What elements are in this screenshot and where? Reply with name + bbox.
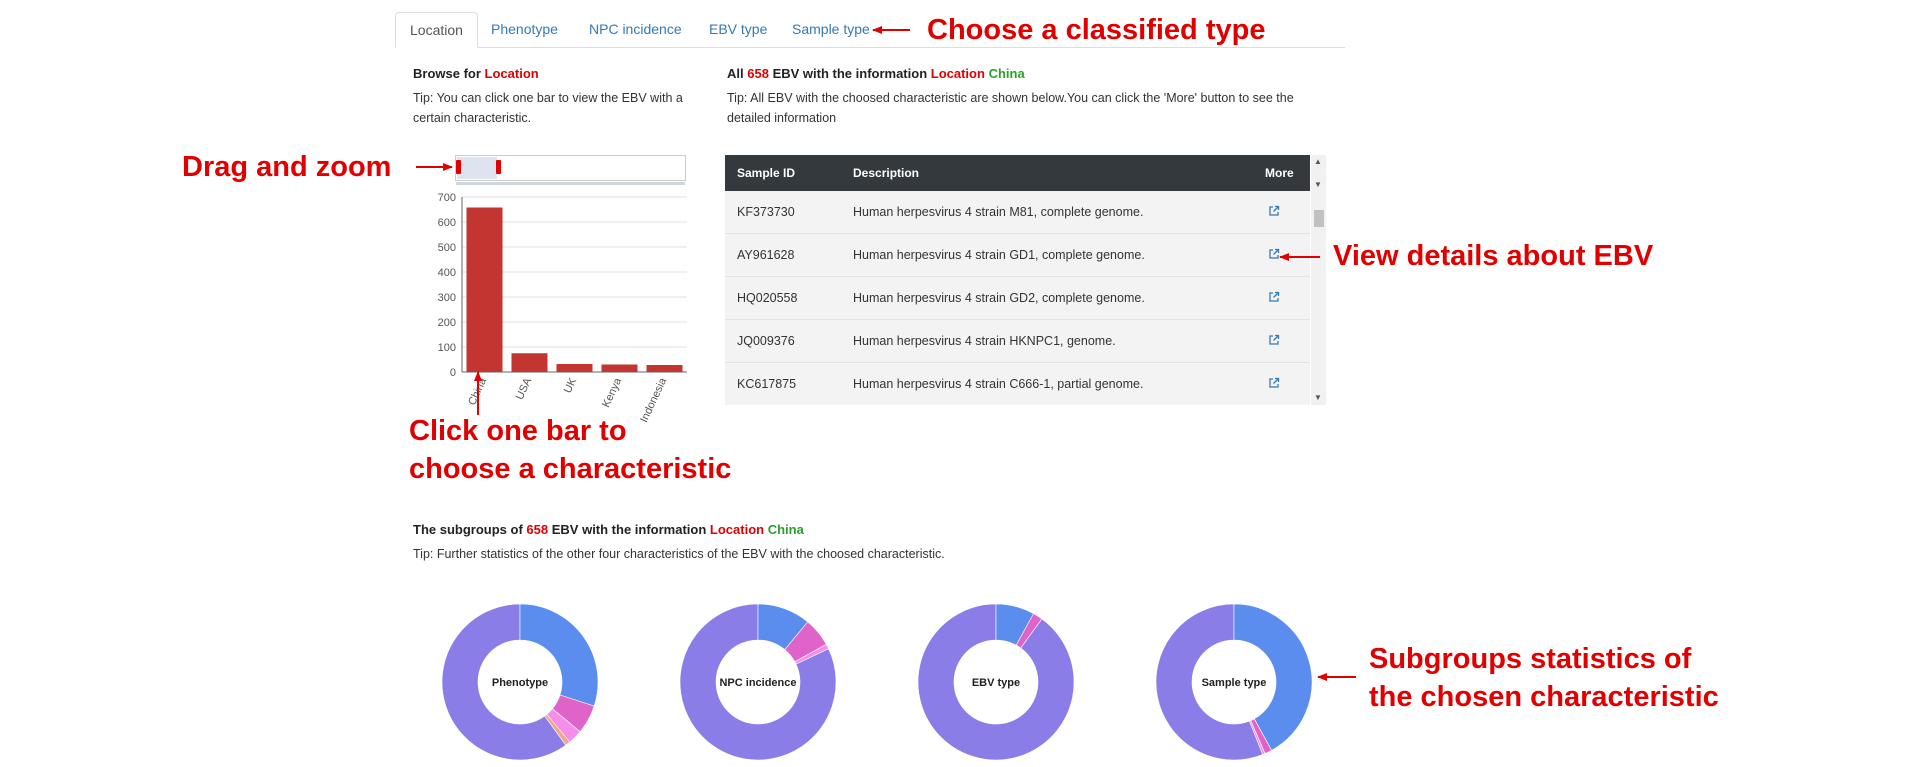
all-info-prefix: All (727, 66, 744, 81)
scroll-down-icon[interactable]: ▼ (1314, 393, 1322, 402)
bar-kenya[interactable] (601, 364, 638, 373)
subgroups-prefix: The subgroups of (413, 522, 523, 537)
external-link-icon[interactable] (1268, 334, 1280, 346)
donut-slice[interactable] (519, 603, 599, 707)
sample-id: KC617875 (737, 377, 797, 391)
subgroups-title: The subgroups of 658 EBV with the inform… (413, 522, 804, 537)
subgroups-tip: Tip: Further statistics of the other fou… (413, 547, 945, 561)
table-row: AY961628 Human herpesvirus 4 strain GD1,… (725, 234, 1310, 277)
tab-sample-type[interactable]: Sample type (778, 12, 884, 46)
y-tick-label: 500 (438, 242, 456, 254)
annotation-view-details: View details about EBV (1333, 240, 1654, 272)
browse-field: Location (484, 66, 539, 81)
bar-indonesia[interactable] (646, 365, 683, 372)
y-tick-label: 0 (450, 367, 456, 379)
table-row: HQ020558 Human herpesvirus 4 strain GD2,… (725, 277, 1310, 320)
table-row: KF373730 Human herpesvirus 4 strain M81,… (725, 191, 1310, 234)
all-info-title: All 658 EBV with the information Locatio… (727, 66, 1025, 81)
y-tick-label: 700 (438, 192, 456, 204)
description: Human herpesvirus 4 strain GD2, complete… (853, 291, 1145, 305)
browse-tip: Tip: You can click one bar to view the E… (413, 91, 683, 125)
sample-id: KF373730 (737, 205, 795, 219)
external-link-icon[interactable] (1268, 205, 1280, 217)
header-more: More (1265, 166, 1294, 180)
subgroups-field: Location (709, 522, 765, 537)
all-info-middle: EBV with the information (772, 66, 928, 81)
description: Human herpesvirus 4 strain HKNPC1, genom… (853, 334, 1116, 348)
browse-prefix: Browse for (413, 66, 481, 81)
scroll-up-step-icon[interactable]: ▼ (1314, 180, 1322, 189)
external-link-icon[interactable] (1268, 248, 1280, 260)
annotation-click-bar-2: choose a characteristic (409, 453, 732, 485)
x-tick-label: UK (562, 376, 580, 396)
x-tick-label: China (466, 375, 489, 407)
zoom-slider[interactable] (455, 155, 686, 185)
sample-id: HQ020558 (737, 291, 798, 305)
bar-uk[interactable] (556, 364, 593, 372)
annotation-subgroups-1: Subgroups statistics of (1369, 643, 1692, 675)
description: Human herpesvirus 4 strain C666-1, parti… (853, 377, 1144, 391)
x-tick-label: Kenya (600, 375, 624, 409)
donut-center-label: EBV type (972, 677, 1020, 689)
header-description: Description (853, 166, 920, 180)
donut-center-label: Phenotype (492, 677, 548, 689)
tab-location[interactable]: Location (395, 12, 478, 48)
tab-ebv-type[interactable]: EBV type (695, 12, 781, 46)
zoom-handle-left[interactable] (456, 160, 461, 174)
y-tick-label: 300 (438, 292, 456, 304)
y-tick-label: 400 (438, 267, 456, 279)
all-info-tip: Tip: All EBV with the choosed characteri… (727, 91, 1294, 125)
subgroup-donut-charts: Phenotype NPC incidence EBV type Sample typ… (441, 603, 1313, 761)
tab-npc-incidence[interactable]: NPC incidence (575, 12, 696, 46)
sample-id: AY961628 (737, 248, 795, 262)
y-tick-label: 600 (438, 217, 456, 229)
table-scrollbar[interactable]: ▲ ▼ ▼ (1311, 155, 1326, 405)
zoom-handle-right[interactable] (496, 160, 501, 174)
annotation-click-bar-1: Click one bar to (409, 415, 627, 447)
annotation-drag-zoom: Drag and zoom (182, 151, 392, 183)
subgroups-count: 658 (526, 522, 549, 537)
tab-phenotype[interactable]: Phenotype (477, 12, 572, 46)
description: Human herpesvirus 4 strain M81, complete… (853, 205, 1144, 219)
x-tick-label: USA (514, 376, 535, 402)
subgroups-value: China (767, 522, 804, 537)
donut-phenotype: Phenotype (441, 603, 599, 761)
y-tick-label: 200 (438, 317, 456, 329)
annotation-subgroups-2: the chosen characteristic (1369, 681, 1719, 713)
donut-ebv-type: EBV type (917, 603, 1075, 761)
y-tick-label: 100 (438, 342, 456, 354)
donut-center-label: NPC incidence (719, 677, 796, 689)
table-row: KC617875 Human herpesvirus 4 strain C666… (725, 363, 1310, 405)
bar-china[interactable] (466, 207, 503, 373)
scroll-up-icon[interactable]: ▲ (1314, 157, 1322, 166)
browse-title: Browse for Location (413, 66, 539, 81)
donut-center-label: Sample type (1202, 677, 1267, 689)
bar-usa[interactable] (511, 353, 548, 372)
sample-id: JQ009376 (737, 334, 795, 348)
all-info-field: Location (930, 66, 985, 81)
table-row: JQ009376 Human herpesvirus 4 strain HKNP… (725, 320, 1310, 363)
donut-sample-type: Sample type (1155, 603, 1313, 761)
donut-npc-incidence: NPC incidence (679, 603, 837, 761)
table-header: Sample ID Description More (725, 155, 1310, 191)
all-info-count: 658 (747, 66, 769, 81)
external-link-icon[interactable] (1268, 291, 1280, 303)
all-info-value: China (988, 66, 1025, 81)
ebv-table: Sample ID Description More KF373730 Huma… (725, 155, 1310, 405)
x-tick-label: Indonesia (638, 375, 669, 424)
zoom-window[interactable] (457, 157, 497, 179)
description: Human herpesvirus 4 strain GD1, complete… (853, 248, 1145, 262)
annotation-choose-type: Choose a classified type (927, 14, 1266, 46)
location-bar-chart: 0 100 200 300 400 500 600 700 China USA UK Kenya Ind… (438, 192, 687, 425)
subgroups-middle: EBV with the information (551, 522, 707, 537)
header-sample-id: Sample ID (737, 166, 796, 180)
scroll-thumb[interactable] (1314, 210, 1324, 227)
external-link-icon[interactable] (1268, 377, 1280, 389)
